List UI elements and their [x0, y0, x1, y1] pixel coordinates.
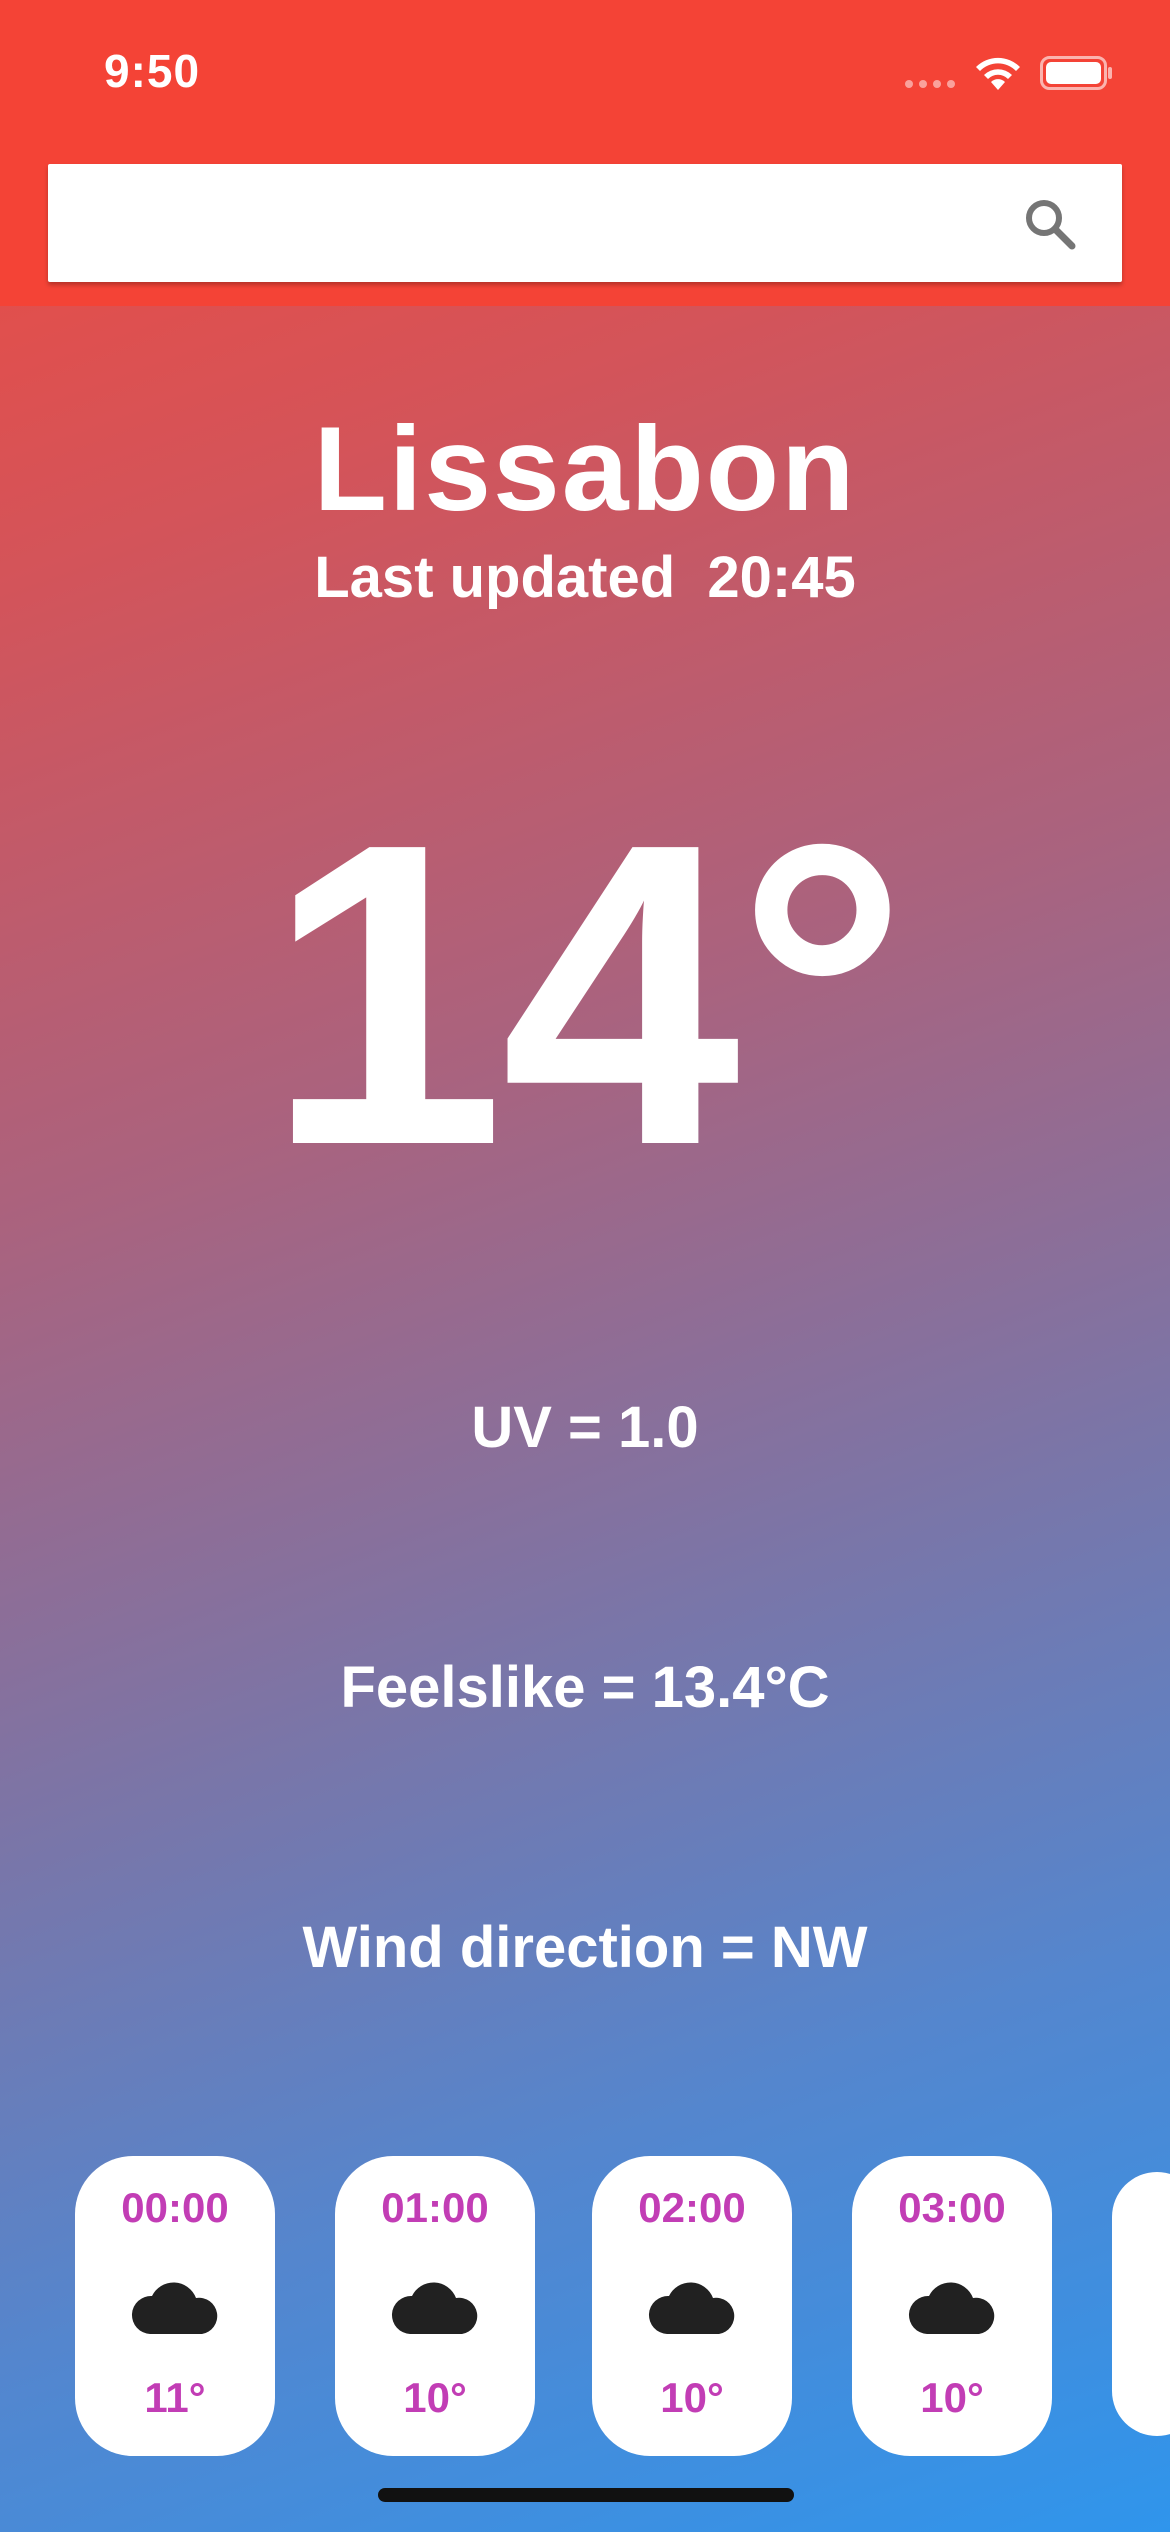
hour-card[interactable]: 03:00 10° [852, 2156, 1052, 2456]
signal-icon [905, 80, 955, 88]
search-icon[interactable] [1020, 194, 1080, 254]
battery-icon [1040, 56, 1112, 90]
cloud-icon [131, 2282, 218, 2334]
hour-time: 00:00 [121, 2184, 229, 2231]
hour-card-partial[interactable] [1112, 2172, 1170, 2436]
hourly-forecast[interactable]: 00:00 11° 01:00 10° 02:00 10° 03:00 10° [0, 2156, 1170, 2456]
hour-card[interactable]: 00:00 11° [75, 2156, 275, 2456]
search-bar[interactable] [48, 164, 1122, 282]
hour-temp: 11° [144, 2374, 206, 2421]
hour-time: 03:00 [898, 2184, 1006, 2231]
hour-card[interactable]: 01:00 10° [335, 2156, 535, 2456]
current-temperature: 14° [265, 755, 908, 1235]
hour-temp: 10° [920, 2374, 984, 2421]
hour-card[interactable]: 02:00 10° [592, 2156, 792, 2456]
cloud-icon [648, 2282, 735, 2334]
home-indicator[interactable] [378, 2488, 794, 2502]
hour-temp: 10° [403, 2374, 467, 2421]
cloud-icon [391, 2282, 478, 2334]
hour-temp: 10° [660, 2374, 724, 2421]
wifi-icon [976, 57, 1020, 90]
status-time: 9:50 [104, 45, 201, 97]
cloud-icon [908, 2282, 995, 2334]
header-bar: 9:50 [0, 0, 1170, 306]
hour-time: 02:00 [638, 2184, 746, 2231]
last-updated: Last updated 20:45 [314, 545, 856, 610]
city-name: Lissabon [313, 402, 857, 536]
search-input[interactable] [78, 188, 1002, 260]
wind-direction: Wind direction = NW [302, 1915, 868, 1980]
uv-index: UV = 1.0 [471, 1395, 699, 1460]
gradient-background [0, 0, 1170, 2532]
hour-time: 01:00 [381, 2184, 489, 2231]
feels-like: Feelslike = 13.4°C [340, 1655, 830, 1720]
